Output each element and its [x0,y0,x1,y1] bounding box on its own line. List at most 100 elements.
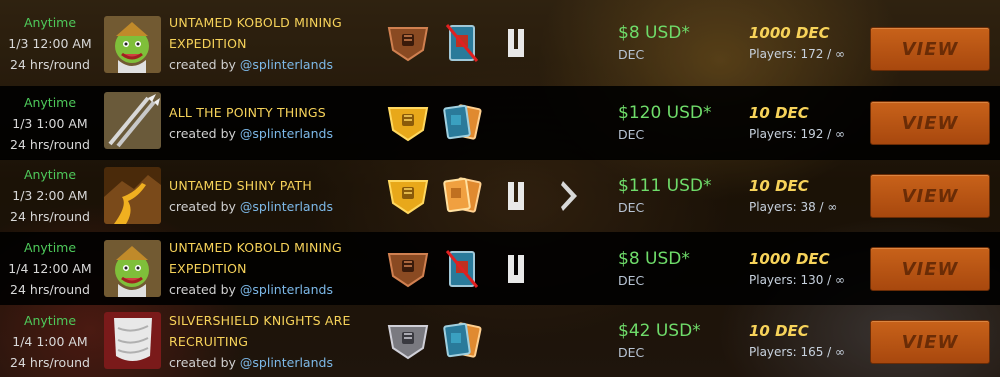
prize-pool: $8 USD* DEC [618,232,738,305]
tournament-title[interactable]: SILVERSHIELD KNIGHTS ARE [169,310,379,331]
round-length: 24 hrs/round [10,136,90,152]
start-time: 1/4 1:00 AM [12,333,88,349]
player-count: Players: 172 / ∞ [749,47,846,61]
entry-info: 10 DEC Players: 38 / ∞ [749,159,869,232]
creator-line: created by @splinterlands [169,198,333,214]
kobold-miner-thumbnail [104,240,161,297]
round-length: 24 hrs/round [10,282,90,297]
schedule: Anytime 1/4 12:00 AM 24 hrs/round [0,232,100,305]
all-cards-icon [439,100,485,146]
untamed-edition-icon [493,246,539,292]
status-anytime: Anytime [23,240,77,255]
status-anytime: Anytime [23,167,77,182]
tournament-row: Anytime 1/3 1:00 AM 24 hrs/round ALL THE… [0,86,1000,160]
prize-pool: $120 USD* DEC [618,86,738,160]
creator-link[interactable]: @splinterlands [240,57,333,72]
ruleset [385,86,493,160]
round-length: 24 hrs/round [10,56,90,72]
start-time: 1/4 12:00 AM [8,261,92,276]
view-button[interactable]: VIEW [870,101,990,145]
view-button[interactable]: VIEW [870,247,990,291]
chevron-right-icon [547,173,593,219]
schedule: Anytime 1/3 2:00 AM 24 hrs/round [0,159,100,232]
golden-path-thumbnail [104,167,161,224]
player-count: Players: 38 / ∞ [749,199,838,214]
ruleset [385,0,547,86]
player-count: Players: 130 / ∞ [749,272,846,287]
status-anytime: Anytime [23,312,77,328]
tournament-row: Anytime 1/4 1:00 AM 24 hrs/round SILVERS… [0,305,1000,377]
silver-league-shield-icon [385,318,431,364]
view-button[interactable]: VIEW [870,174,990,218]
gold-league-shield-icon [385,100,431,146]
creator-line: created by @splinterlands [169,354,333,370]
prize-amount: $120 USD* [618,103,712,123]
tournament-title[interactable]: UNTAMED SHINY PATH [169,175,379,196]
view-button[interactable]: VIEW [870,27,990,71]
kobold-miner-thumbnail [104,16,161,73]
entry-fee: 10 DEC [749,322,809,340]
creator-line: created by @splinterlands [169,126,333,141]
tournament-title[interactable]: ALL THE POINTY THINGS [169,102,379,123]
gold-cards-icon [439,173,485,219]
silver-banner-thumbnail [104,312,161,369]
start-time: 1/3 2:00 AM [12,188,88,203]
entry-info: 10 DEC Players: 192 / ∞ [749,86,869,160]
prize-currency: DEC [618,47,645,62]
creator-link[interactable]: @splinterlands [240,199,333,214]
prize-amount: $8 USD* [618,23,690,43]
gold-league-shield-icon [385,173,431,219]
tournament-title[interactable]: UNTAMED KOBOLD MINING [169,12,379,33]
no-gold-cards-icon [439,246,485,292]
creator-link[interactable]: @splinterlands [240,282,333,297]
tournament-title[interactable]: UNTAMED KOBOLD MINING [169,237,379,258]
round-length: 24 hrs/round [10,209,90,224]
tournament-row: Anytime 1/4 12:00 AM 24 hrs/round UNTAME… [0,232,1000,305]
player-count: Players: 165 / ∞ [749,345,846,359]
entry-fee: 1000 DEC [749,249,830,268]
tournament-row: Anytime 1/3 2:00 AM 24 hrs/round UNTAMED… [0,159,1000,232]
ruleset [385,159,601,232]
prize-currency: DEC [618,345,645,360]
creator-link[interactable]: @splinterlands [240,126,333,141]
prize-amount: $8 USD* [618,248,690,269]
tournament-info: UNTAMED KOBOLD MINING EXPEDITION created… [169,0,379,86]
prize-amount: $111 USD* [618,175,712,196]
tournament-info: ALL THE POINTY THINGS created by @splint… [169,86,379,160]
prize-amount: $42 USD* [618,321,701,341]
creator-line: created by @splinterlands [169,282,333,297]
entry-info: 10 DEC Players: 165 / ∞ [749,305,869,377]
prize-pool: $8 USD* DEC [618,0,738,86]
untamed-edition-icon [493,20,539,66]
start-time: 1/3 1:00 AM [12,115,88,131]
tournament-info: UNTAMED SHINY PATH created by @splinterl… [169,159,379,232]
creator-line: created by @splinterlands [169,56,333,72]
prize-currency: DEC [618,127,645,142]
ruleset [385,305,493,377]
tournament-info: SILVERSHIELD KNIGHTS ARE RECRUITING crea… [169,305,379,377]
prize-pool: $111 USD* DEC [618,159,738,232]
crossed-spears-thumbnail [104,92,161,149]
status-anytime: Anytime [23,14,77,30]
round-length: 24 hrs/round [10,354,90,370]
entry-fee: 10 DEC [749,104,809,122]
bronze-league-shield-icon [385,246,431,292]
tournament-title-cont[interactable]: EXPEDITION [169,258,379,279]
creator-link[interactable]: @splinterlands [240,355,333,370]
prize-pool: $42 USD* DEC [618,305,738,377]
untamed-edition-icon [493,173,539,219]
bronze-league-shield-icon [385,20,431,66]
schedule: Anytime 1/4 1:00 AM 24 hrs/round [0,305,100,377]
player-count: Players: 192 / ∞ [749,127,846,141]
entry-fee: 10 DEC [749,176,809,195]
ruleset [385,232,547,305]
tournament-title-cont[interactable]: EXPEDITION [169,33,379,54]
prize-currency: DEC [618,199,645,215]
no-gold-cards-icon [439,20,485,66]
tournament-title-cont[interactable]: RECRUITING [169,331,379,352]
tournament-list: Anytime 1/3 12:00 AM 24 hrs/round UNTAME… [0,0,1000,377]
view-button[interactable]: VIEW [870,320,990,364]
entry-fee: 1000 DEC [749,24,830,42]
entry-info: 1000 DEC Players: 130 / ∞ [749,232,869,305]
tournament-row: Anytime 1/3 12:00 AM 24 hrs/round UNTAME… [0,0,1000,86]
